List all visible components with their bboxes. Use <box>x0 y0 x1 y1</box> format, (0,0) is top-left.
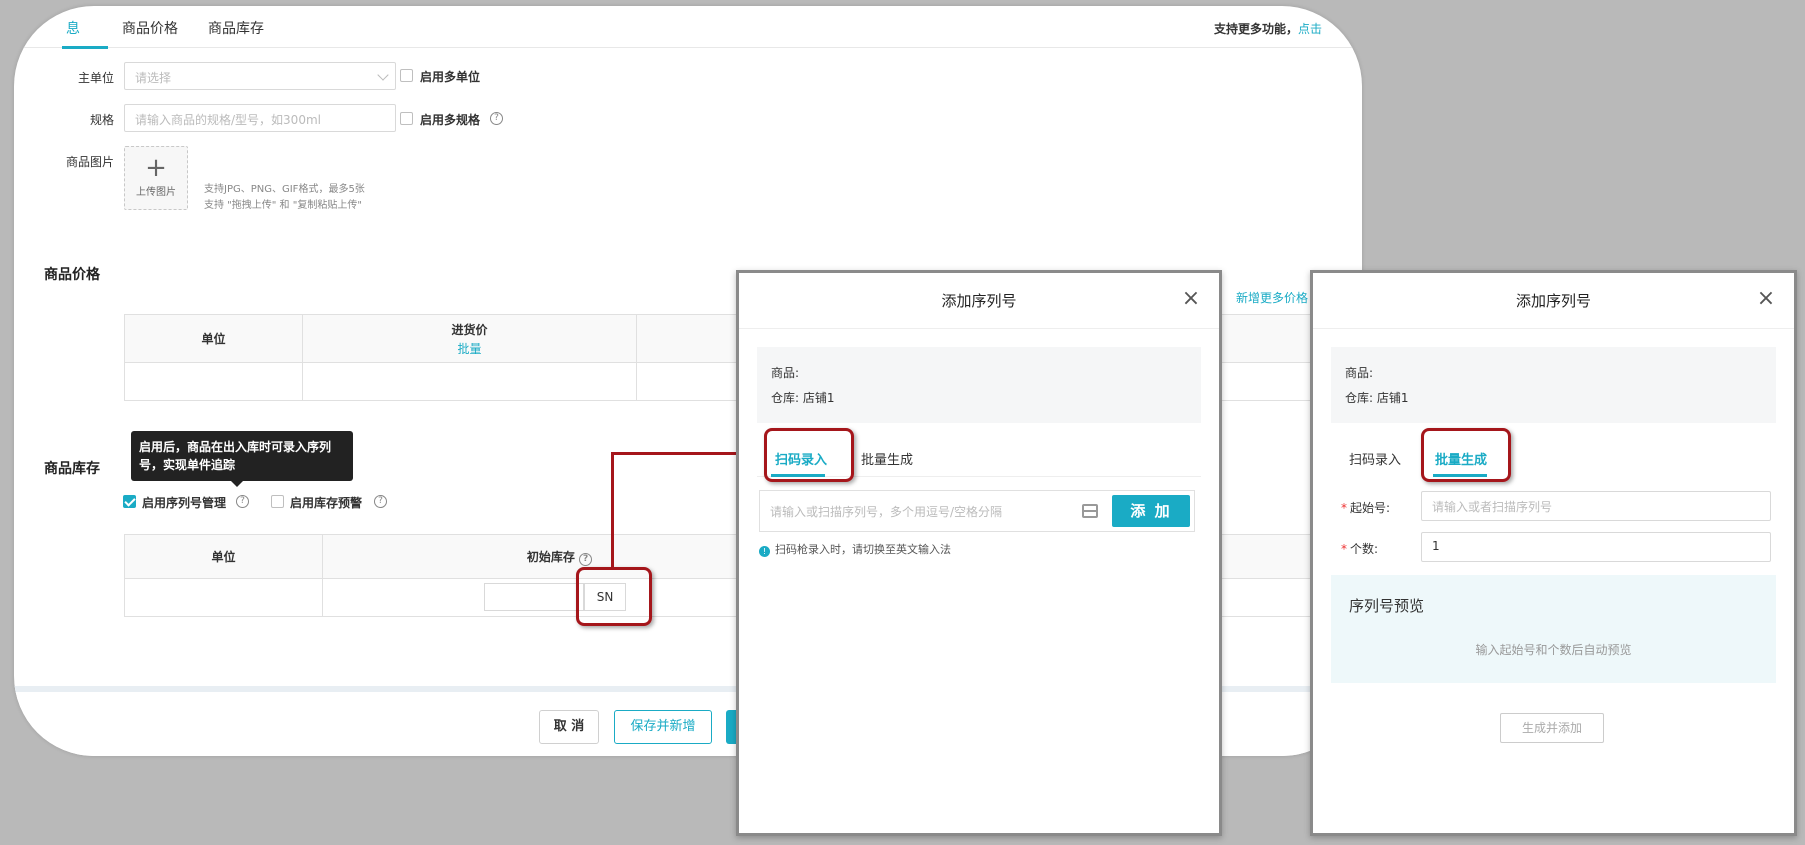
dialog-title: 添加序列号 <box>739 273 1219 329</box>
tab-product-stock[interactable]: 商品库存 <box>208 18 264 38</box>
stock-alert-label: 启用库存预警 <box>290 496 363 510</box>
multi-unit-checkbox[interactable] <box>400 69 413 82</box>
connector-line <box>611 452 746 455</box>
dialog-title: 添加序列号 <box>1313 273 1794 329</box>
batch-price-link[interactable]: 批量 <box>303 340 636 357</box>
spec-label: 规格 <box>89 113 114 127</box>
start-number-input[interactable]: 请输入或者扫描序列号 <box>1421 491 1771 521</box>
multi-unit-label: 启用多单位 <box>420 70 481 84</box>
multi-spec-label: 启用多规格 <box>420 113 481 127</box>
start-number-label: * 起始号: <box>1341 501 1391 515</box>
scan-input-row: 请输入或扫描序列号，多个用逗号/空格分隔 添 加 <box>759 490 1195 532</box>
save-and-new-button[interactable]: 保存并新增 <box>614 710 712 744</box>
stock-col-unit: 单位 <box>124 534 323 579</box>
serial-scan-input[interactable]: 请输入或扫描序列号，多个用逗号/空格分隔 <box>770 503 1002 520</box>
serial-preview-panel: 序列号预览 输入起始号和个数后自动预览 <box>1331 575 1776 683</box>
multi-spec-checkbox[interactable] <box>400 112 413 125</box>
price-col-unit: 单位 <box>124 314 303 363</box>
sn-highlight <box>576 567 652 626</box>
upload-hint-methods: 支持 "拖拽上传" 和 "复制粘贴上传" <box>204 200 362 211</box>
table-cell <box>124 578 323 617</box>
form-tabs: 息 商品价格 商品库存 支持更多功能，点击 <box>14 6 1362 49</box>
stock-section-title: 商品库存 <box>44 461 100 477</box>
upload-image-button[interactable]: + 上传图片 <box>124 146 188 210</box>
spec-input[interactable]: 请输入商品的规格/型号，如300ml <box>124 104 396 132</box>
upload-hint-formats: 支持JPG、PNG、GIF格式，最多5张 <box>204 184 365 195</box>
serial-tooltip: 启用后，商品在出入库时可录入序列号，实现单件追踪 <box>131 431 353 487</box>
price-section-title: 商品价格 <box>44 267 100 283</box>
unit-select[interactable]: 请选择 <box>124 62 396 90</box>
chevron-down-icon <box>377 69 389 81</box>
dialog-info-panel: 商品: 仓库: 店铺1 <box>1331 347 1776 423</box>
tab-batch-generate[interactable]: 批量生成 <box>861 449 913 468</box>
cancel-button[interactable]: 取 消 <box>539 710 599 744</box>
help-icon[interactable]: ? <box>236 495 249 508</box>
stock-alert-checkbox[interactable] <box>271 495 284 508</box>
generate-and-add-button[interactable]: 生成并添加 <box>1500 713 1604 743</box>
add-serial-dialog-scan: 添加序列号 × 商品: 仓库: 店铺1 扫码录入 批量生成 请输入或扫描序列号，… <box>736 270 1222 836</box>
help-icon[interactable]: ? <box>579 552 593 566</box>
scan-icon[interactable] <box>1082 504 1098 518</box>
upload-text: 上传图片 <box>136 187 176 198</box>
serial-management-label: 启用序列号管理 <box>142 496 227 510</box>
add-more-price-link[interactable]: 新增更多价格 <box>1236 289 1308 306</box>
product-line: 商品: <box>1345 366 1374 380</box>
image-label: 商品图片 <box>65 155 114 169</box>
scan-tab-highlight <box>764 428 854 482</box>
tab-product-price[interactable]: 商品价格 <box>122 18 178 38</box>
plus-icon: + <box>145 153 167 183</box>
batch-tab-highlight <box>1421 428 1511 482</box>
unit-label: 主单位 <box>77 71 114 85</box>
tab-scan-entry[interactable]: 扫码录入 <box>1349 449 1401 468</box>
count-input[interactable]: 1 <box>1421 532 1771 562</box>
preview-hint: 输入起始号和个数后自动预览 <box>1475 643 1632 657</box>
active-tab-indicator <box>62 46 108 49</box>
price-col-purchase: 进货价 批量 <box>302 314 637 363</box>
help-icon[interactable]: ? <box>490 112 503 125</box>
product-line: 商品: <box>771 366 800 380</box>
preview-title: 序列号预览 <box>1349 597 1425 615</box>
table-cell <box>124 362 303 401</box>
feature-note-link[interactable]: 点击 <box>1298 22 1322 36</box>
help-icon[interactable]: ? <box>374 495 387 508</box>
count-label: * 个数: <box>1341 542 1379 556</box>
serial-management-checkbox[interactable] <box>123 495 136 508</box>
dialog-info-panel: 商品: 仓库: 店铺1 <box>757 347 1201 423</box>
add-button[interactable]: 添 加 <box>1112 495 1190 527</box>
tab-basic-info[interactable]: 息 <box>66 18 80 38</box>
connector-line <box>611 452 614 568</box>
close-icon[interactable]: × <box>1179 287 1203 311</box>
table-cell <box>302 362 637 401</box>
feature-note: 支持更多功能，点击 <box>1213 22 1322 36</box>
warehouse-line: 仓库: 店铺1 <box>1345 391 1409 405</box>
dialog-tabs: 扫码录入 批量生成 <box>1331 441 1776 477</box>
close-icon[interactable]: × <box>1754 287 1778 311</box>
add-serial-dialog-batch: 添加序列号 × 商品: 仓库: 店铺1 扫码录入 批量生成 * 起始号: 请输入或… <box>1310 270 1797 836</box>
info-icon: ! <box>759 546 770 557</box>
initial-stock-input[interactable] <box>484 583 584 611</box>
scanner-hint: ! 扫码枪录入时，请切换至英文输入法 <box>759 541 951 557</box>
warehouse-line: 仓库: 店铺1 <box>771 391 835 405</box>
stock-col-initial: 初始库存 ? <box>322 534 797 579</box>
